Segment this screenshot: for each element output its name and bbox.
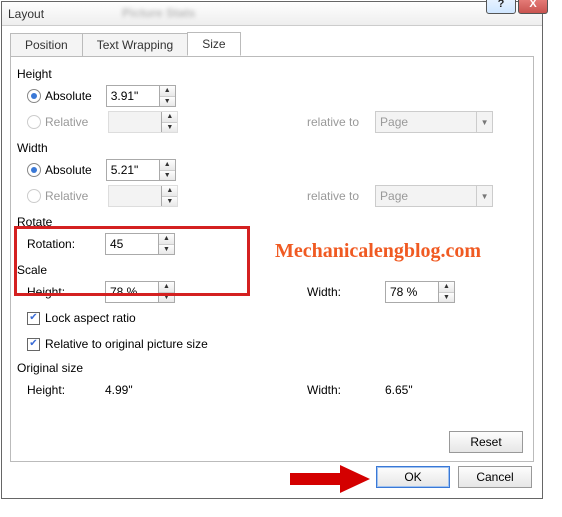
width-relativeto-label: relative to [307,189,365,203]
height-relative-input [109,112,161,132]
tabstrip: Position Text Wrapping Size [10,32,534,57]
rotation-spinner[interactable]: ▲▼ [105,233,175,255]
spin-down-icon[interactable]: ▼ [439,293,454,303]
scale-width-input[interactable] [386,282,438,302]
spin-down-icon: ▼ [162,197,177,207]
lock-aspect-label: Lock aspect ratio [45,311,142,325]
spin-up-icon[interactable]: ▲ [159,282,174,293]
width-relative-spinner: ▲▼ [108,185,178,207]
client-area: Position Text Wrapping Size Height Absol… [2,26,542,470]
width-relative-label: Relative [45,189,94,203]
height-relative-spinner: ▲▼ [108,111,178,133]
height-relativeto-value [376,112,476,132]
original-group-title: Original size [17,361,523,375]
relative-original-label: Relative to original picture size [45,337,214,351]
height-absolute-input[interactable] [107,86,159,106]
size-pane: Height Absolute ▲▼ Relative ▲▼ [10,57,534,462]
spin-up-icon[interactable]: ▲ [160,160,175,171]
lock-aspect-checkbox[interactable] [27,312,40,325]
spin-down-icon[interactable]: ▼ [160,97,175,107]
relative-original-checkbox[interactable] [27,338,40,351]
height-relativeto-combo: ▼ [375,111,493,133]
rotate-group-title: Rotate [17,215,523,229]
original-height-value: 4.99" [105,383,139,397]
height-group-title: Height [17,67,523,81]
width-relativeto-value [376,186,476,206]
height-relativeto-label: relative to [307,115,365,129]
tab-size[interactable]: Size [187,32,240,56]
height-absolute-spinner[interactable]: ▲▼ [106,85,176,107]
scale-width-label: Width: [307,285,365,299]
spin-down-icon[interactable]: ▼ [159,245,174,255]
spin-up-icon[interactable]: ▲ [160,86,175,97]
layout-dialog: Layout Picture Stats ? X Position Text W… [1,1,543,499]
scale-group-title: Scale [17,263,523,277]
spin-up-icon[interactable]: ▲ [159,234,174,245]
height-relative-label: Relative [45,115,94,129]
original-height-label: Height: [27,383,85,397]
help-button[interactable]: ? [486,0,516,14]
width-relative-radio[interactable] [27,189,41,203]
titlebar: Layout Picture Stats ? X [2,2,542,26]
tab-position[interactable]: Position [10,33,83,56]
width-absolute-input[interactable] [107,160,159,180]
spin-up-icon[interactable]: ▲ [439,282,454,293]
width-relativeto-combo: ▼ [375,185,493,207]
spin-down-icon[interactable]: ▼ [159,293,174,303]
scale-width-spinner[interactable]: ▲▼ [385,281,455,303]
spin-down-icon[interactable]: ▼ [160,171,175,181]
height-absolute-radio[interactable] [27,89,41,103]
height-absolute-label: Absolute [45,89,98,103]
ok-button[interactable]: OK [376,466,450,488]
width-absolute-spinner[interactable]: ▲▼ [106,159,176,181]
scale-height-label: Height: [27,285,85,299]
rotation-input[interactable] [106,234,158,254]
height-relative-radio[interactable] [27,115,41,129]
scale-height-input[interactable] [106,282,158,302]
chevron-down-icon: ▼ [476,186,492,206]
tab-text-wrapping[interactable]: Text Wrapping [82,33,188,56]
blurred-caption: Picture Stats [122,6,195,20]
width-absolute-label: Absolute [45,163,98,177]
scale-height-spinner[interactable]: ▲▼ [105,281,175,303]
spin-down-icon: ▼ [162,123,177,133]
original-width-value: 6.65" [385,383,419,397]
reset-button[interactable]: Reset [449,431,523,453]
original-width-label: Width: [307,383,365,397]
rotation-label: Rotation: [27,237,85,251]
width-absolute-radio[interactable] [27,163,41,177]
close-button[interactable]: X [518,0,548,14]
width-group-title: Width [17,141,523,155]
window-title: Layout [8,7,44,21]
spin-up-icon: ▲ [162,112,177,123]
spin-up-icon: ▲ [162,186,177,197]
cancel-button[interactable]: Cancel [458,466,532,488]
width-relative-input [109,186,161,206]
chevron-down-icon: ▼ [476,112,492,132]
